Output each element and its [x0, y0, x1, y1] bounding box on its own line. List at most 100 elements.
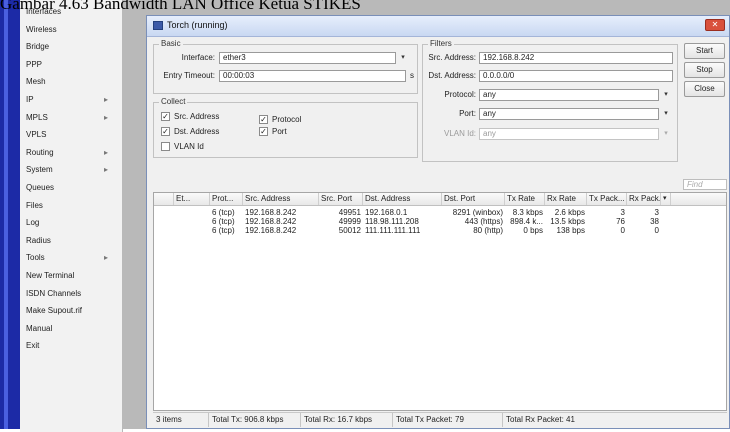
filter-dst-address-label: Dst. Address: — [428, 71, 476, 80]
menu-item-make-supout[interactable]: Make Supout.rif — [20, 302, 122, 320]
cell-tx-rate: 8.3 kbps — [512, 208, 543, 217]
filter-vlan-select: any — [479, 128, 659, 140]
cell-src-port: 49999 — [338, 217, 361, 226]
cell-tx-packets: 76 — [616, 217, 625, 226]
dropdown-arrow-icon[interactable]: ▾ — [660, 108, 672, 120]
menu-item-bridge[interactable]: Bridge — [20, 38, 122, 56]
menu-item-wireless[interactable]: Wireless — [20, 21, 122, 39]
menu-item-label: Make Supout.rif — [26, 306, 83, 316]
figure-caption: Gambar 4.63 Bandwidth LAN Office Ketua S… — [0, 0, 361, 13]
status-total-tx-packet: Total Tx Packet: 79 — [393, 413, 503, 427]
column-header[interactable] — [154, 193, 174, 205]
status-total-tx: Total Tx: 906.8 kbps — [209, 413, 301, 427]
menu-item-files[interactable]: Files — [20, 197, 122, 215]
dst-address-check-label: Dst. Address — [174, 127, 220, 136]
port-checkbox[interactable]: ✓ — [259, 127, 268, 136]
column-header[interactable]: Rx Pack... — [627, 193, 661, 205]
menu-item-mpls[interactable]: MPLS ▸ — [20, 109, 122, 127]
cell-tx-rate: 898.4 k... — [510, 217, 543, 226]
column-header[interactable]: Et... — [174, 193, 210, 205]
close-button[interactable]: Close — [684, 81, 725, 97]
menu-item-isdn-channels[interactable]: ISDN Channels — [20, 285, 122, 303]
table-row[interactable]: 6 (tcp) 192.168.8.242 49999 118.98.111.2… — [154, 217, 726, 226]
stop-button[interactable]: Stop — [684, 62, 725, 78]
src-address-checkbox[interactable]: ✓ — [161, 112, 170, 121]
cell-rx-packets: 38 — [650, 217, 659, 226]
interface-label: Interface: — [181, 53, 215, 62]
filters-group-label: Filters — [428, 39, 454, 48]
entry-timeout-field[interactable]: 00:00:03 — [219, 70, 406, 82]
cell-src-port: 49951 — [338, 208, 361, 217]
dropdown-arrow-icon[interactable]: ▾ — [397, 52, 409, 64]
menu-item-manual[interactable]: Manual — [20, 320, 122, 338]
cell-src-address: 192.168.8.242 — [245, 217, 297, 226]
menu-item-ip[interactable]: IP ▸ — [20, 91, 122, 109]
cell-src-address: 192.168.8.242 — [245, 208, 297, 217]
column-header[interactable]: Tx Rate — [505, 193, 545, 205]
column-header[interactable]: Src. Address — [243, 193, 319, 205]
interface-select[interactable]: ether3 — [219, 52, 396, 64]
column-header[interactable]: Rx Rate — [545, 193, 587, 205]
cell-tx-packets: 3 — [620, 208, 625, 217]
menu-item-label: PPP — [26, 59, 43, 69]
menu-item-exit[interactable]: Exit — [20, 337, 122, 355]
column-header[interactable]: Prot... — [210, 193, 243, 205]
protocol-check-label: Protocol — [272, 115, 302, 124]
table-row[interactable]: 6 (tcp) 192.168.8.242 49951 192.168.0.1 … — [154, 208, 726, 217]
entry-timeout-label: Entry Timeout: — [163, 71, 215, 80]
entry-timeout-unit: s — [410, 71, 414, 80]
dst-address-checkbox[interactable]: ✓ — [161, 127, 170, 136]
menu-item-tools[interactable]: Tools ▸ — [20, 249, 122, 267]
start-button[interactable]: Start — [684, 43, 725, 59]
menu-item-radius[interactable]: Radius — [20, 232, 122, 250]
filter-protocol-label: Protocol: — [444, 90, 476, 99]
menu-item-ppp[interactable]: PPP — [20, 56, 122, 74]
vlan-id-checkbox[interactable] — [161, 142, 170, 151]
column-menu-icon[interactable]: ▾ — [661, 193, 671, 205]
window-titlebar[interactable]: Torch (running) ✕ — [147, 16, 729, 37]
filter-port-select[interactable]: any — [479, 108, 659, 120]
find-input[interactable]: Find — [683, 179, 727, 190]
cell-protocol: 6 (tcp) — [212, 208, 235, 217]
filter-protocol-select[interactable]: any — [479, 89, 659, 101]
menu-item-label: Tools — [26, 253, 45, 263]
menu-item-queues[interactable]: Queues — [20, 179, 122, 197]
menu-item-label: System — [26, 165, 53, 175]
column-header[interactable]: Dst. Port — [442, 193, 505, 205]
cell-dst-address: 111.111.111.111 — [365, 226, 421, 235]
menu-item-mesh[interactable]: Mesh — [20, 73, 122, 91]
menu-item-label: Mesh — [26, 77, 46, 87]
menu-item-label: VPLS — [26, 130, 47, 140]
column-header[interactable]: Dst. Address — [363, 193, 442, 205]
filter-port-label: Port: — [459, 109, 476, 118]
filter-src-address-field[interactable]: 192.168.8.242 — [479, 52, 673, 64]
cell-dst-address: 118.98.111.208 — [365, 217, 419, 226]
torch-window: Torch (running) ✕ Basic Interface: ether… — [146, 15, 730, 429]
menu-item-routing[interactable]: Routing ▸ — [20, 144, 122, 162]
menu-item-system[interactable]: System ▸ — [20, 161, 122, 179]
close-icon[interactable]: ✕ — [705, 19, 725, 31]
column-header[interactable]: Src. Port — [319, 193, 363, 205]
dropdown-arrow-icon[interactable]: ▾ — [660, 89, 672, 101]
sidebar-menu: Interfaces Wireless Bridge PPP Mesh IP ▸ … — [20, 0, 123, 432]
menu-item-label: Files — [26, 200, 43, 210]
cell-rx-packets: 0 — [654, 226, 659, 235]
menu-item-label: Radius — [26, 235, 51, 245]
cell-rx-packets: 3 — [654, 208, 659, 217]
cell-rx-rate: 138 bps — [556, 226, 585, 235]
table-row[interactable]: 6 (tcp) 192.168.8.242 50012 111.111.111.… — [154, 226, 726, 235]
traffic-table: Et... Prot... Src. Address Src. Port Dst… — [153, 192, 727, 411]
column-header[interactable]: Tx Pack... — [587, 193, 627, 205]
window-title: Torch (running) — [167, 20, 228, 30]
cell-dst-port: 8291 (winbox) — [452, 208, 503, 217]
port-check-label: Port — [272, 127, 287, 136]
cell-protocol: 6 (tcp) — [212, 226, 235, 235]
menu-item-vpls[interactable]: VPLS — [20, 126, 122, 144]
brand-strip — [4, 0, 8, 429]
menu-item-label: Routing — [26, 147, 54, 157]
protocol-checkbox[interactable]: ✓ — [259, 115, 268, 124]
menu-item-log[interactable]: Log — [20, 214, 122, 232]
filter-dst-address-field[interactable]: 0.0.0.0/0 — [479, 70, 673, 82]
menu-item-new-terminal[interactable]: New Terminal — [20, 267, 122, 285]
collect-group-label: Collect — [159, 97, 188, 106]
